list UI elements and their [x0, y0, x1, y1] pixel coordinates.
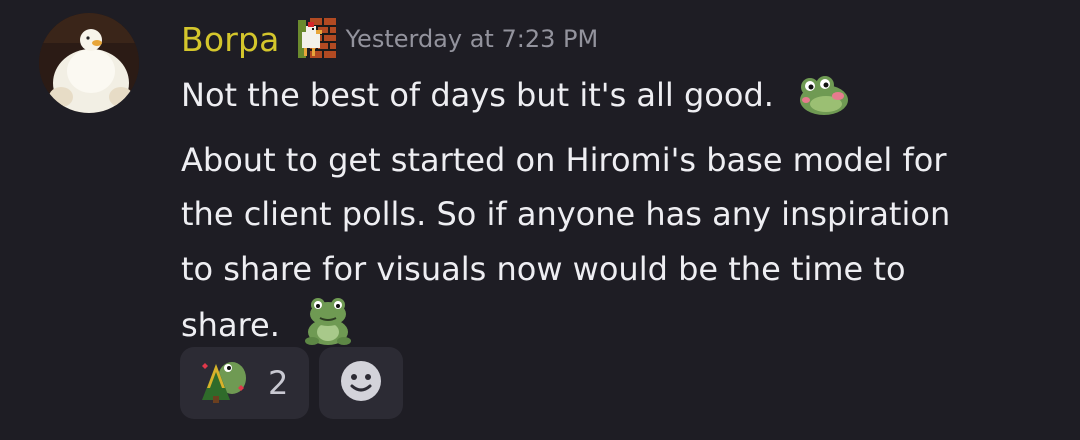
message-text: the client polls. So if anyone has any i… — [181, 195, 951, 234]
reaction-count: 2 — [268, 364, 289, 402]
timestamp[interactable]: Yesterday at 7:23 PM — [346, 25, 599, 53]
add-reaction-button[interactable] — [319, 347, 403, 419]
smiley-add-reaction-icon — [340, 360, 382, 406]
message-text: share. — [181, 306, 280, 345]
reaction-bar: 2 — [180, 347, 403, 419]
chat-message: Borpa Yesterday at 7:23 PM Not the best … — [0, 0, 1080, 440]
avatar[interactable] — [39, 13, 139, 113]
message-header: Borpa Yesterday at 7:23 PM — [181, 14, 598, 64]
frog-christmas-tree-emoji — [198, 358, 248, 408]
message-text: Not the best of days but it's all good. — [181, 76, 774, 114]
message-line: Not the best of days but it's all good. — [181, 68, 1041, 133]
username[interactable]: Borpa — [181, 20, 280, 59]
message-content: Not the best of days but it's all good. … — [181, 68, 1041, 363]
duck-avatar-icon — [39, 13, 139, 113]
blushing-frog-emoji[interactable] — [794, 74, 850, 133]
message-line: the client polls. So if anyone has any i… — [181, 187, 1041, 242]
message-line: About to get started on Hiromi's base mo… — [181, 133, 1041, 188]
message-text: to share for visuals now would be the ti… — [181, 249, 906, 288]
message-text: About to get started on Hiromi's base mo… — [181, 140, 947, 179]
message-line: to share for visuals now would be the ti… — [181, 242, 1041, 297]
reaction-button[interactable]: 2 — [180, 347, 309, 419]
pixel-bird-brick-icon — [288, 16, 340, 62]
